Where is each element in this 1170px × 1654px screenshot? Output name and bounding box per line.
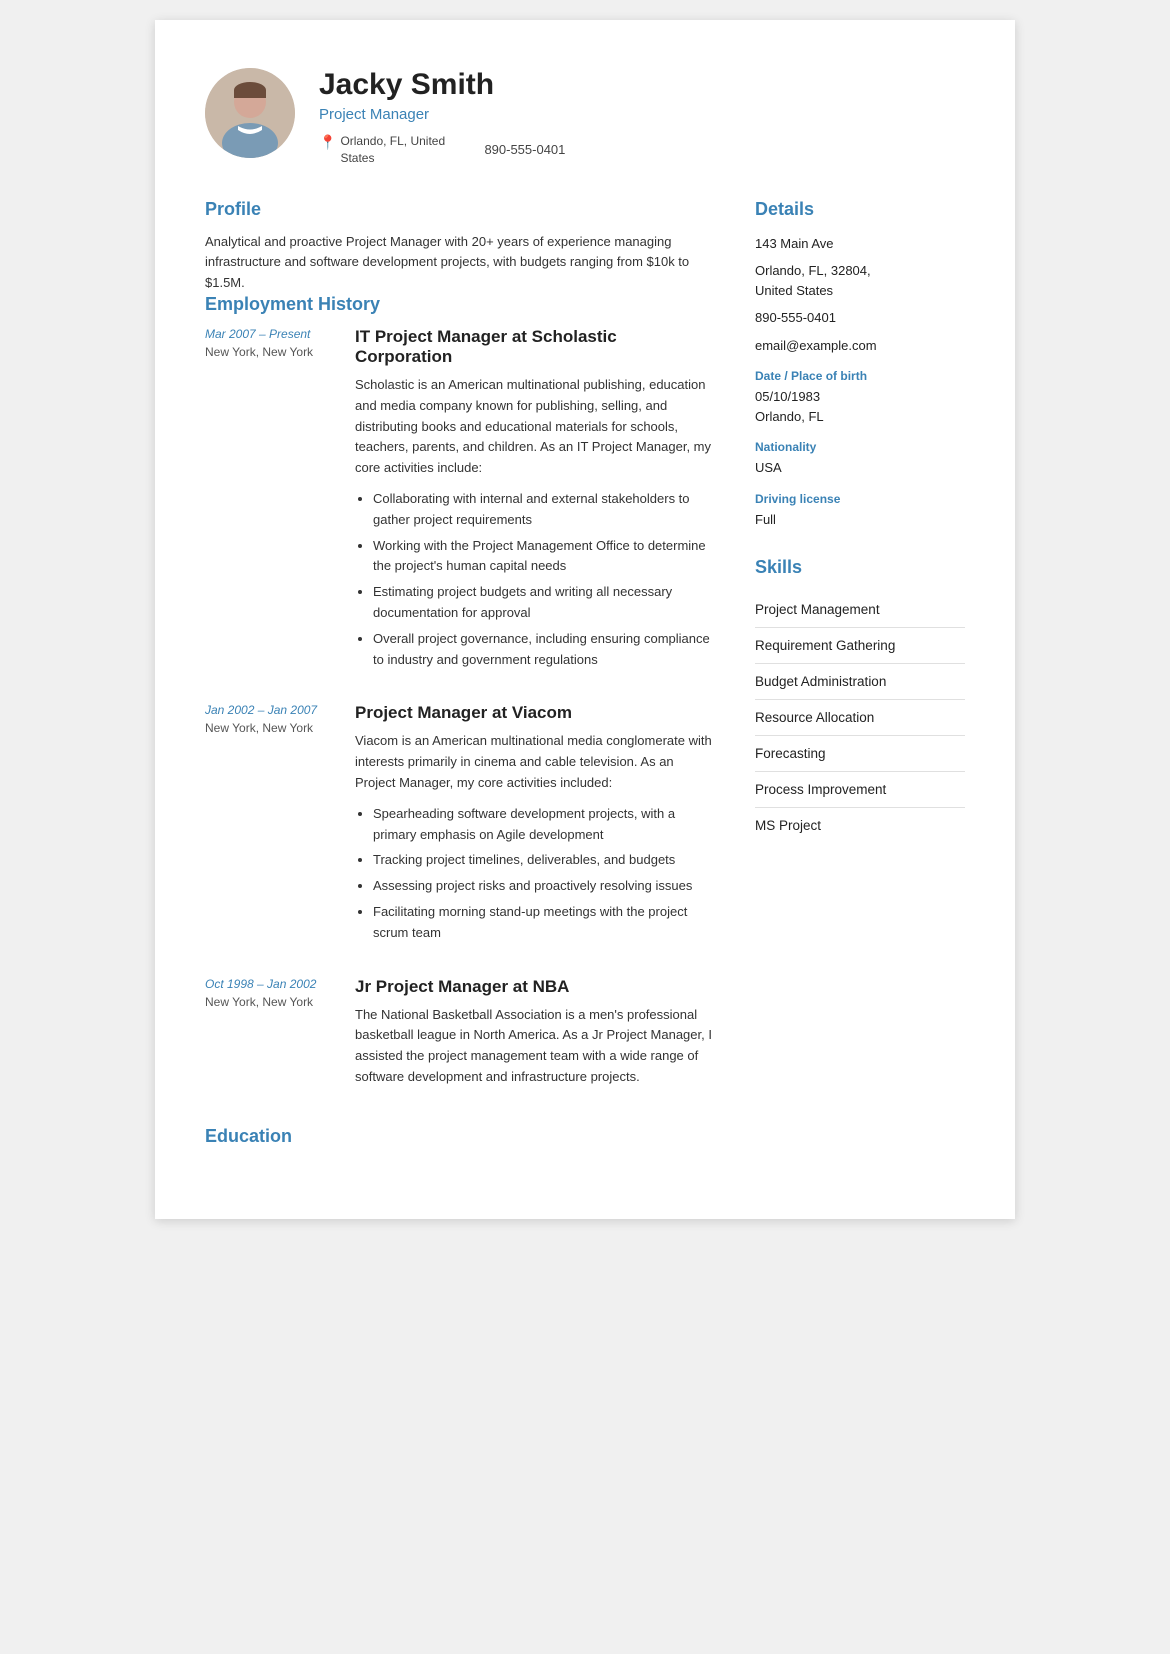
skill-item: Process Improvement bbox=[755, 772, 965, 808]
profile-text: Analytical and proactive Project Manager… bbox=[205, 232, 715, 294]
job-date-location: Oct 1998 – Jan 2002 New York, New York bbox=[205, 977, 335, 1098]
job-entry: Jan 2002 – Jan 2007 New York, New York P… bbox=[205, 703, 715, 948]
header-section: Jacky Smith Project Manager 📍 Orlando, F… bbox=[205, 68, 965, 167]
job-entry: Mar 2007 – Present New York, New York IT… bbox=[205, 327, 715, 675]
skill-item: Project Management bbox=[755, 592, 965, 628]
skills-section: Skills Project Management Requirement Ga… bbox=[755, 557, 965, 843]
header-info: Jacky Smith Project Manager 📍 Orlando, F… bbox=[319, 68, 965, 167]
resume-page: Jacky Smith Project Manager 📍 Orlando, F… bbox=[155, 20, 1015, 1219]
skill-item: Resource Allocation bbox=[755, 700, 965, 736]
body-layout: Profile Analytical and proactive Project… bbox=[205, 199, 965, 1159]
list-item: Overall project governance, including en… bbox=[373, 629, 715, 671]
profile-section: Profile Analytical and proactive Project… bbox=[205, 199, 715, 294]
skill-item: MS Project bbox=[755, 808, 965, 843]
job-description: Viacom is an American multinational medi… bbox=[355, 731, 715, 793]
phone-text: 890-555-0401 bbox=[484, 142, 565, 157]
job-description: Scholastic is an American multinational … bbox=[355, 375, 715, 479]
avatar bbox=[205, 68, 295, 158]
license-value: Full bbox=[755, 510, 965, 530]
job-content: IT Project Manager at Scholastic Corpora… bbox=[355, 327, 715, 675]
details-section: Details 143 Main Ave Orlando, FL, 32804,… bbox=[755, 199, 965, 530]
education-section: Education bbox=[205, 1126, 715, 1147]
contact-line: 📍 Orlando, FL, United States 890-555-040… bbox=[319, 133, 965, 167]
job-date: Mar 2007 – Present bbox=[205, 327, 335, 341]
job-heading: IT Project Manager at Scholastic Corpora… bbox=[355, 327, 715, 367]
license-label: Driving license bbox=[755, 492, 965, 506]
job-entry: Oct 1998 – Jan 2002 New York, New York J… bbox=[205, 977, 715, 1098]
job-bullets: Collaborating with internal and external… bbox=[355, 489, 715, 670]
list-item: Assessing project risks and proactively … bbox=[373, 876, 715, 897]
job-content: Project Manager at Viacom Viacom is an A… bbox=[355, 703, 715, 948]
job-bullets: Spearheading software development projec… bbox=[355, 804, 715, 944]
list-item: Working with the Project Management Offi… bbox=[373, 536, 715, 578]
job-heading: Jr Project Manager at NBA bbox=[355, 977, 715, 997]
skill-item: Forecasting bbox=[755, 736, 965, 772]
job-date-location: Mar 2007 – Present New York, New York bbox=[205, 327, 335, 675]
list-item: Facilitating morning stand-up meetings w… bbox=[373, 902, 715, 944]
detail-phone: 890-555-0401 bbox=[755, 308, 965, 328]
location-text: Orlando, FL, United States bbox=[340, 133, 460, 167]
detail-address1: 143 Main Ave bbox=[755, 234, 965, 254]
list-item: Estimating project budgets and writing a… bbox=[373, 582, 715, 624]
job-date-location: Jan 2002 – Jan 2007 New York, New York bbox=[205, 703, 335, 948]
skills-title: Skills bbox=[755, 557, 965, 578]
location-icon: 📍 bbox=[319, 134, 336, 151]
job-location: New York, New York bbox=[205, 721, 335, 735]
job-date: Oct 1998 – Jan 2002 bbox=[205, 977, 335, 991]
profile-title: Profile bbox=[205, 199, 715, 220]
skill-item: Budget Administration bbox=[755, 664, 965, 700]
education-title: Education bbox=[205, 1126, 715, 1147]
job-content: Jr Project Manager at NBA The National B… bbox=[355, 977, 715, 1098]
list-item: Tracking project timelines, deliverables… bbox=[373, 850, 715, 871]
list-item: Spearheading software development projec… bbox=[373, 804, 715, 846]
job-location: New York, New York bbox=[205, 345, 335, 359]
job-title: Project Manager bbox=[319, 106, 965, 123]
employment-title: Employment History bbox=[205, 294, 715, 315]
dob-value: 05/10/1983 Orlando, FL bbox=[755, 387, 965, 426]
dob-label: Date / Place of birth bbox=[755, 369, 965, 383]
job-description: The National Basketball Association is a… bbox=[355, 1005, 715, 1088]
list-item: Collaborating with internal and external… bbox=[373, 489, 715, 531]
right-column: Details 143 Main Ave Orlando, FL, 32804,… bbox=[755, 199, 965, 1159]
nationality-value: USA bbox=[755, 458, 965, 478]
detail-address2: Orlando, FL, 32804, United States bbox=[755, 261, 965, 300]
job-heading: Project Manager at Viacom bbox=[355, 703, 715, 723]
candidate-name: Jacky Smith bbox=[319, 68, 965, 102]
job-location: New York, New York bbox=[205, 995, 335, 1009]
nationality-label: Nationality bbox=[755, 440, 965, 454]
details-title: Details bbox=[755, 199, 965, 220]
job-date: Jan 2002 – Jan 2007 bbox=[205, 703, 335, 717]
skill-item: Requirement Gathering bbox=[755, 628, 965, 664]
location-wrap: 📍 Orlando, FL, United States bbox=[319, 133, 460, 167]
employment-section: Employment History Mar 2007 – Present Ne… bbox=[205, 294, 715, 1098]
left-column: Profile Analytical and proactive Project… bbox=[205, 199, 715, 1159]
detail-email: email@example.com bbox=[755, 336, 965, 356]
